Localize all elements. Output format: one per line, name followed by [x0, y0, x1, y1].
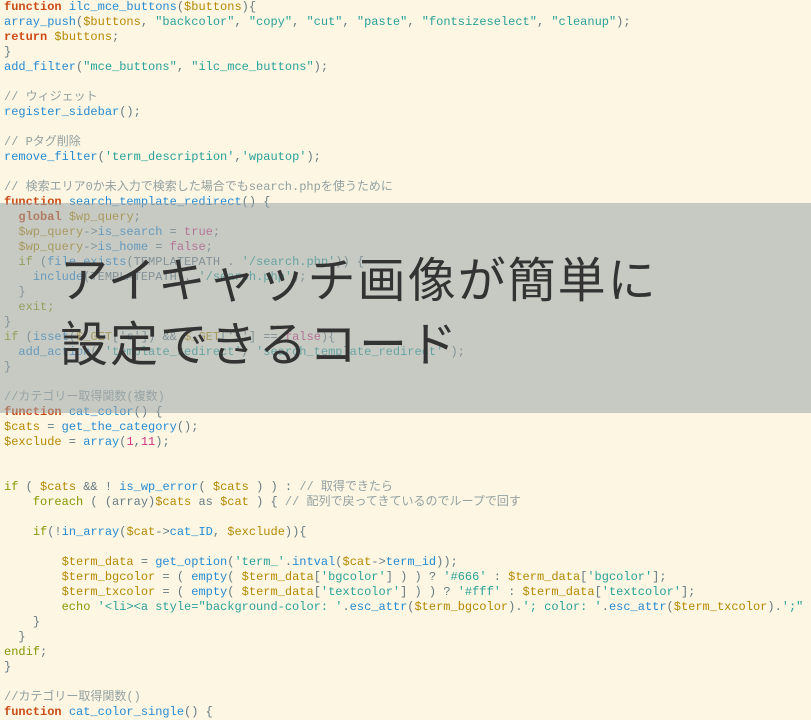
- code-block: function ilc_mce_buttons($buttons){ arra…: [0, 0, 811, 720]
- comment: //カテゴリー取得関数(複数): [4, 390, 165, 404]
- fn-name: ilc_mce_buttons: [69, 0, 177, 14]
- comment: // ウィジェット: [4, 90, 98, 104]
- kw-function: function: [4, 0, 69, 14]
- comment: // Pタグ削除: [4, 135, 81, 149]
- comment: // 検索エリア0か未入力で検索した場合でもsearch.phpを使うために: [4, 180, 393, 194]
- comment: //カテゴリー取得関数(): [4, 690, 141, 704]
